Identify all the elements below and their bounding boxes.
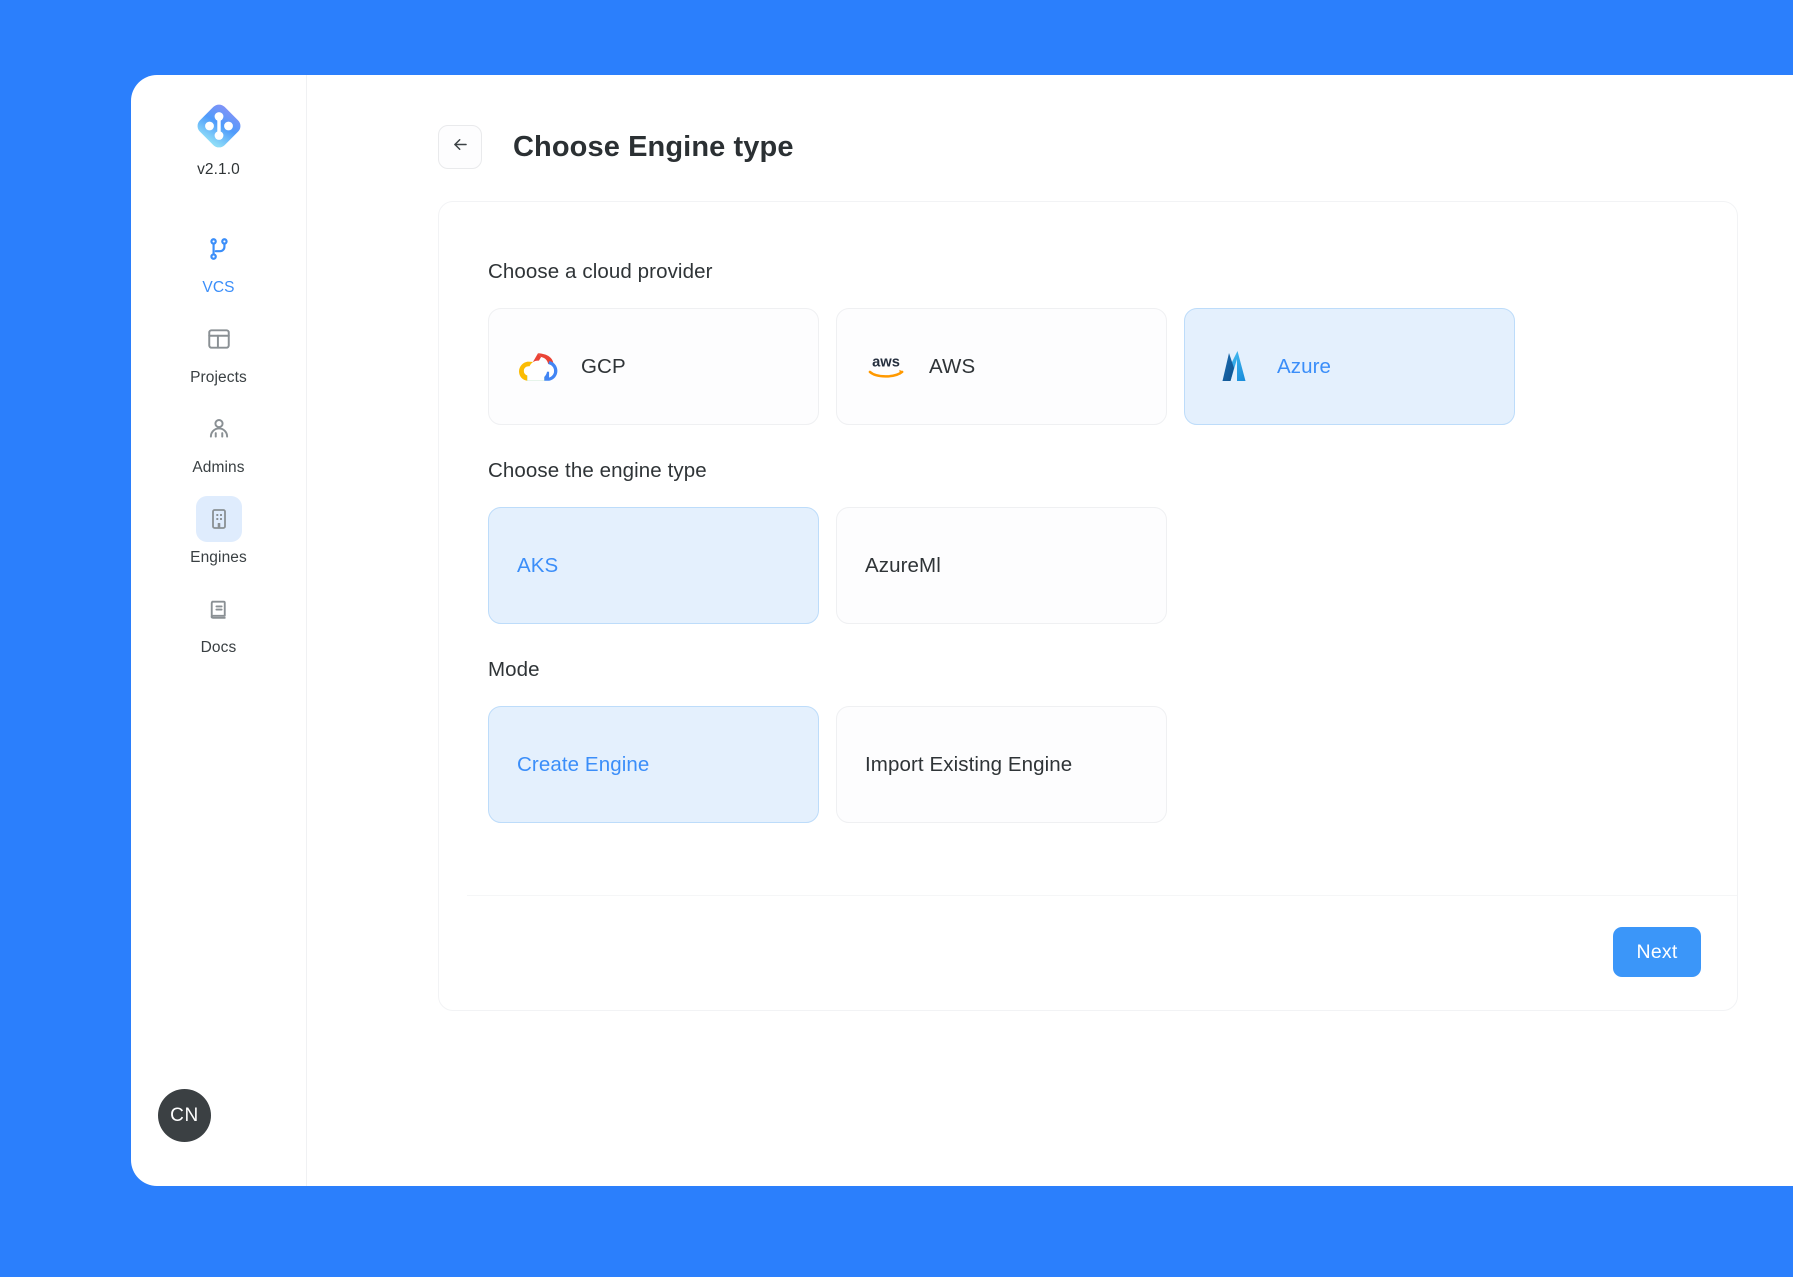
avatar[interactable]: CN	[158, 1089, 211, 1142]
engine-type-options: AKS AzureMl	[488, 507, 1688, 624]
option-azure[interactable]: Azure	[1184, 308, 1515, 425]
brand: v2.1.0	[131, 100, 306, 179]
section-label: Choose a cloud provider	[488, 260, 713, 283]
option-gcp[interactable]: GCP	[488, 308, 819, 425]
book-icon	[196, 586, 242, 632]
avatar-initials: CN	[170, 1104, 199, 1126]
page-header: Choose Engine type	[307, 75, 1793, 169]
sidebar-item-admins[interactable]: Admins	[131, 397, 306, 487]
mode-options: Create Engine Import Existing Engine	[488, 706, 1688, 823]
option-label: AzureMl	[865, 553, 941, 577]
main-content: Choose Engine type Choose a cloud provid…	[307, 75, 1793, 1186]
user-icon	[196, 406, 242, 452]
option-aks[interactable]: AKS	[488, 507, 819, 624]
cloud-provider-options: GCP aws AWS Azure	[488, 308, 1688, 425]
back-button[interactable]	[438, 125, 482, 169]
next-button[interactable]: Next	[1613, 927, 1701, 977]
sidebar-item-engines[interactable]: Engines	[131, 487, 306, 577]
sidebar-item-label: Docs	[200, 639, 237, 656]
sidebar-item-label: Projects	[190, 369, 247, 386]
option-label: AWS	[929, 354, 976, 378]
option-azureml[interactable]: AzureMl	[836, 507, 1167, 624]
option-label: Azure	[1277, 354, 1332, 378]
page-title: Choose Engine type	[513, 130, 794, 163]
sidebar-item-docs[interactable]: Docs	[131, 577, 306, 667]
sidebar-item-label: Admins	[192, 459, 245, 476]
sidebar-nav: VCS Projects Admins Engines Docs	[131, 217, 306, 667]
sidebar-item-vcs[interactable]: VCS	[131, 217, 306, 307]
option-label: Import Existing Engine	[865, 752, 1073, 776]
sidebar-item-projects[interactable]: Projects	[131, 307, 306, 397]
sidebar-item-label: VCS	[202, 279, 235, 296]
engine-type-card: Choose a cloud provider GCP aws AWS Azur…	[438, 201, 1738, 1011]
option-label: Create Engine	[517, 752, 650, 776]
section-cloud-provider: Choose a cloud provider GCP aws AWS Azur…	[488, 260, 1688, 425]
azure-logo	[1213, 346, 1255, 388]
app-diamond-logo	[193, 100, 245, 152]
app-window: v2.1.0 VCS Projects Admins Engines Docs …	[131, 75, 1793, 1186]
building-icon	[195, 496, 242, 542]
section-label: Choose the engine type	[488, 459, 707, 482]
sidebar: v2.1.0 VCS Projects Admins Engines Docs …	[131, 75, 307, 1186]
git-branch-icon	[196, 226, 242, 272]
aws-logo: aws	[865, 346, 907, 388]
layout-icon	[196, 316, 242, 362]
section-label: Mode	[488, 658, 540, 681]
svg-text:aws: aws	[872, 354, 900, 370]
section-engine-type: Choose the engine type AKS AzureMl	[488, 459, 1688, 624]
app-version: v2.1.0	[197, 161, 240, 178]
arrow-left-icon	[451, 135, 470, 159]
option-create-engine[interactable]: Create Engine	[488, 706, 819, 823]
footer-divider	[467, 895, 1737, 896]
option-label: AKS	[517, 553, 559, 577]
sidebar-item-label: Engines	[190, 549, 247, 566]
option-import-existing-engine[interactable]: Import Existing Engine	[836, 706, 1167, 823]
option-aws[interactable]: aws AWS	[836, 308, 1167, 425]
option-label: GCP	[581, 354, 626, 378]
gcp-logo	[517, 346, 559, 388]
section-mode: Mode Create Engine Import Existing Engin…	[488, 658, 1688, 823]
